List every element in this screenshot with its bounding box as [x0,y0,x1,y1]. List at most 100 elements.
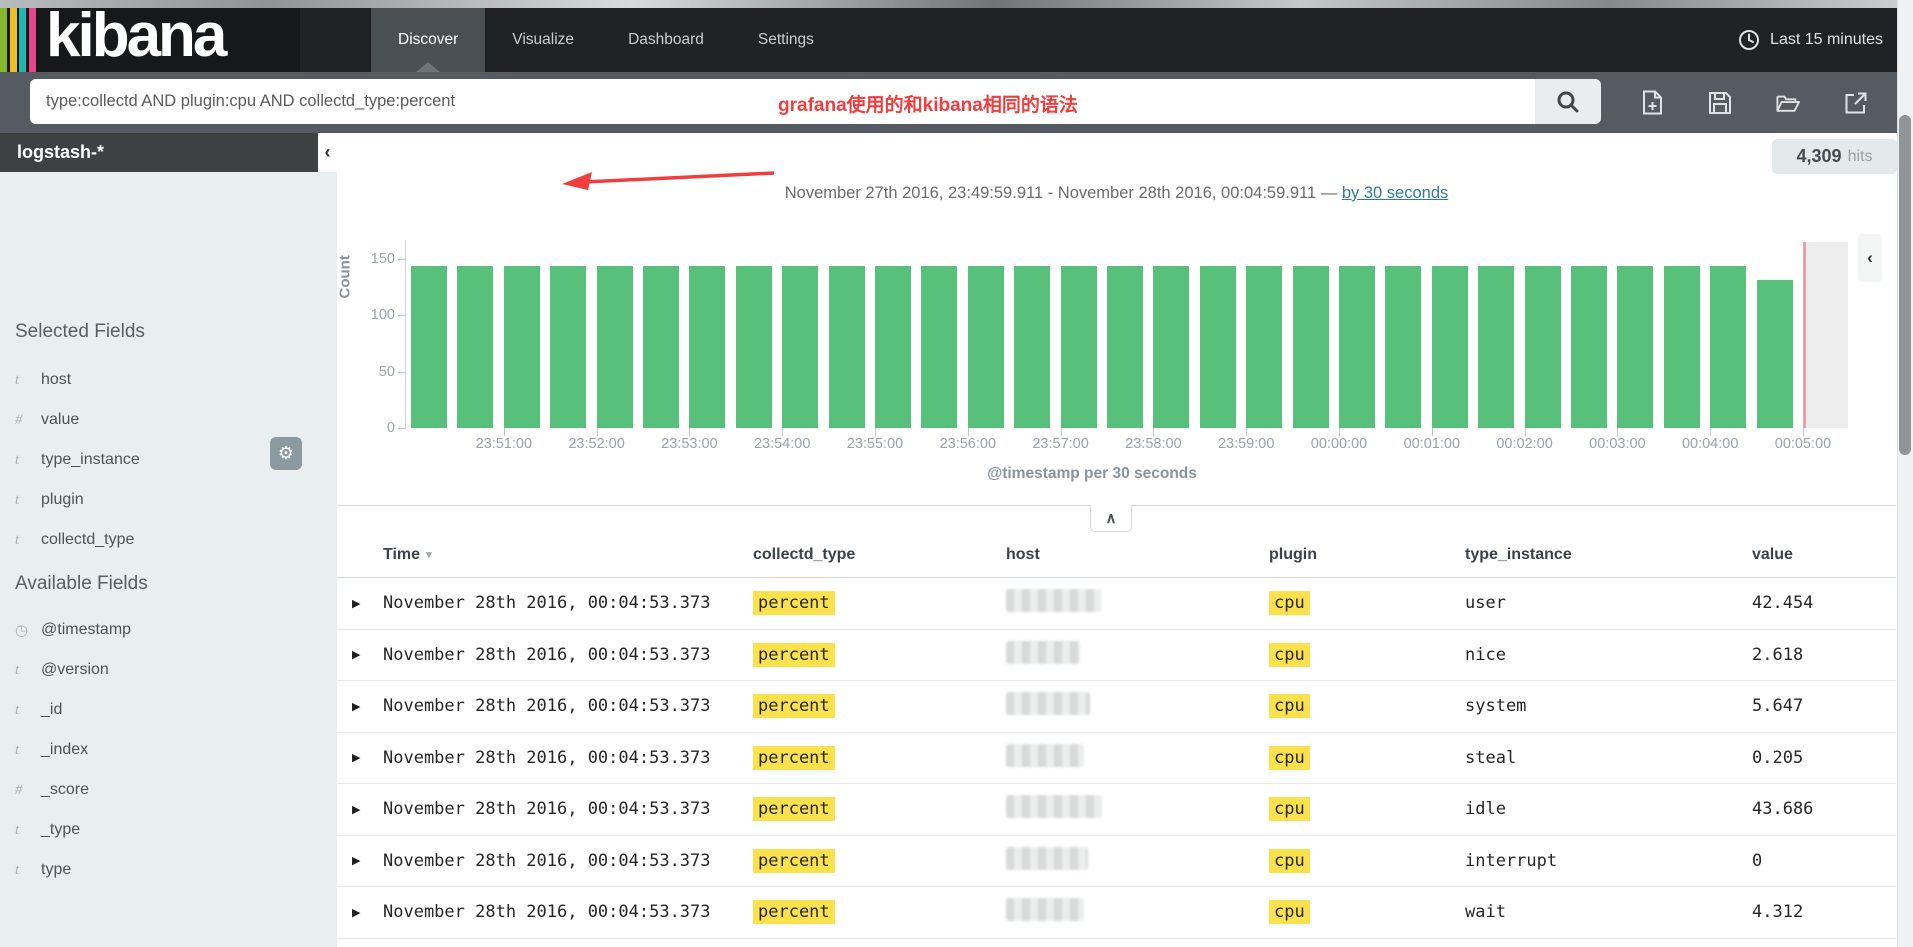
histogram-bar[interactable] [1293,266,1329,428]
expand-row-icon[interactable]: ▶ [337,803,383,816]
query-toolbar: grafana使用的和kibana相同的语法 [0,72,1913,133]
number-type-icon: # [15,782,41,799]
y-axis-tick-label: 100 [351,307,395,323]
field-name: collectd_type [41,531,134,549]
cell-time: November 28th 2016, 00:04:53.373 [383,851,753,871]
histogram-bar[interactable] [1246,266,1282,428]
histogram-bar[interactable] [1200,266,1236,428]
histogram-bar[interactable] [1014,266,1050,428]
field-item-_id[interactable]: t_id [0,690,337,730]
histogram-bar[interactable] [1664,266,1700,428]
collapse-chart-tab[interactable]: ∧ [1090,505,1132,532]
x-axis-tick-label: 23:56:00 [923,436,1013,452]
y-axis-tick-label: 0 [351,420,395,436]
column-header-value[interactable]: value [1752,546,1896,564]
expand-row-icon[interactable]: ▶ [337,906,383,919]
histogram-bar[interactable] [550,266,586,428]
field-item-plugin[interactable]: tplugin [0,480,337,520]
histogram-bar[interactable] [1525,266,1561,428]
histogram-bar[interactable] [597,266,633,428]
histogram-bar[interactable] [1385,266,1421,428]
search-button[interactable] [1535,79,1601,124]
column-header-plugin[interactable]: plugin [1269,546,1465,564]
interval-link[interactable]: by 30 seconds [1342,184,1448,202]
field-item-value[interactable]: #value [0,400,337,440]
column-header-host[interactable]: host [1006,546,1269,564]
y-axis-title: Count [337,279,354,299]
histogram-bar[interactable] [689,266,725,428]
index-pattern-selector[interactable]: logstash-* [0,133,318,172]
field-item-_index[interactable]: t_index [0,730,337,770]
column-header-time[interactable]: Time▾ [383,546,753,564]
expand-row-icon[interactable]: ▶ [337,751,383,764]
x-axis-tick-mark [597,428,598,436]
cell-collectd-type: percent [753,748,1006,768]
histogram-bar[interactable] [1617,266,1653,428]
available-fields-heading: Available Fields [15,573,148,595]
field-item-_score[interactable]: #_score [0,770,337,810]
field-item-type[interactable]: ttype [0,850,337,890]
nav-tab-dashboard[interactable]: Dashboard [601,8,731,72]
time-picker-button[interactable]: Last 15 minutes [1738,8,1883,72]
expand-row-icon[interactable]: ▶ [337,648,383,661]
histogram-bar[interactable] [1710,266,1746,428]
histogram-bar[interactable] [921,266,957,428]
nav-tab-visualize[interactable]: Visualize [485,8,601,72]
column-header-label: collectd_type [753,546,855,564]
chart-collapse-button[interactable]: ‹ [1858,234,1882,282]
histogram-bar[interactable] [411,266,447,428]
logo-stripe-icon [10,8,17,72]
histogram-bar[interactable] [504,266,540,428]
histogram-bar[interactable] [1339,266,1375,428]
nav-tab-discover[interactable]: Discover [371,8,485,72]
histogram-bar[interactable] [643,266,679,428]
share-icon[interactable] [1844,91,1868,115]
histogram-bar[interactable] [1757,280,1793,428]
histogram-bar[interactable] [736,266,772,428]
histogram-bar[interactable] [875,266,911,428]
column-header-type_instance[interactable]: type_instance [1465,546,1752,564]
logo-stripe-icon [0,8,7,72]
time-picker-label: Last 15 minutes [1770,31,1883,49]
y-axis-tick-label: 50 [351,364,395,380]
masked-host-value [1006,795,1102,818]
field-settings-button[interactable]: ⚙ [270,437,302,470]
expand-row-icon[interactable]: ▶ [337,700,383,713]
sidebar-collapse-button[interactable]: ‹ [318,133,337,172]
table-row: ▶November 28th 2016, 00:04:53.373percent… [337,784,1896,836]
histogram-bar[interactable] [1061,266,1097,428]
nav-tab-settings[interactable]: Settings [731,8,841,72]
x-axis-tick-mark [1525,428,1526,436]
histogram-bar[interactable] [1432,266,1468,428]
column-header-collectd_type[interactable]: collectd_type [753,546,1006,564]
save-icon[interactable] [1708,91,1732,115]
new-document-icon[interactable] [1640,91,1664,115]
cell-time: November 28th 2016, 00:04:53.373 [383,748,753,768]
histogram-bar[interactable] [1153,266,1189,428]
histogram-bar[interactable] [968,266,1004,428]
expand-row-icon[interactable]: ▶ [337,854,383,867]
histogram-bar[interactable] [457,266,493,428]
field-item-host[interactable]: thost [0,360,337,400]
field-item-_type[interactable]: t_type [0,810,337,850]
expand-row-icon[interactable]: ▶ [337,597,383,610]
string-type-icon: t [15,492,41,509]
cell-type-instance: wait [1465,902,1752,922]
field-item-@timestamp[interactable]: ◷@timestamp [0,610,337,650]
histogram-bar[interactable] [1107,266,1143,428]
histogram-bar[interactable] [782,266,818,428]
y-axis-tick-mark [398,428,405,429]
field-item-@version[interactable]: t@version [0,650,337,690]
cell-time: November 28th 2016, 00:04:53.373 [383,902,753,922]
nav-tabs: DiscoverVisualizeDashboardSettings [371,8,841,72]
histogram-bar[interactable] [1478,266,1514,428]
histogram-bar[interactable] [1571,266,1607,428]
x-axis-tick-label: 23:53:00 [644,436,734,452]
histogram-bar[interactable] [829,266,865,428]
open-folder-icon[interactable] [1776,91,1800,115]
y-axis-tick-label: 150 [351,251,395,267]
page-scrollbar-thumb[interactable] [1899,115,1911,455]
cell-plugin: cpu [1269,645,1465,665]
field-item-collectd_type[interactable]: tcollectd_type [0,520,337,560]
cell-value: 42.454 [1752,593,1896,613]
